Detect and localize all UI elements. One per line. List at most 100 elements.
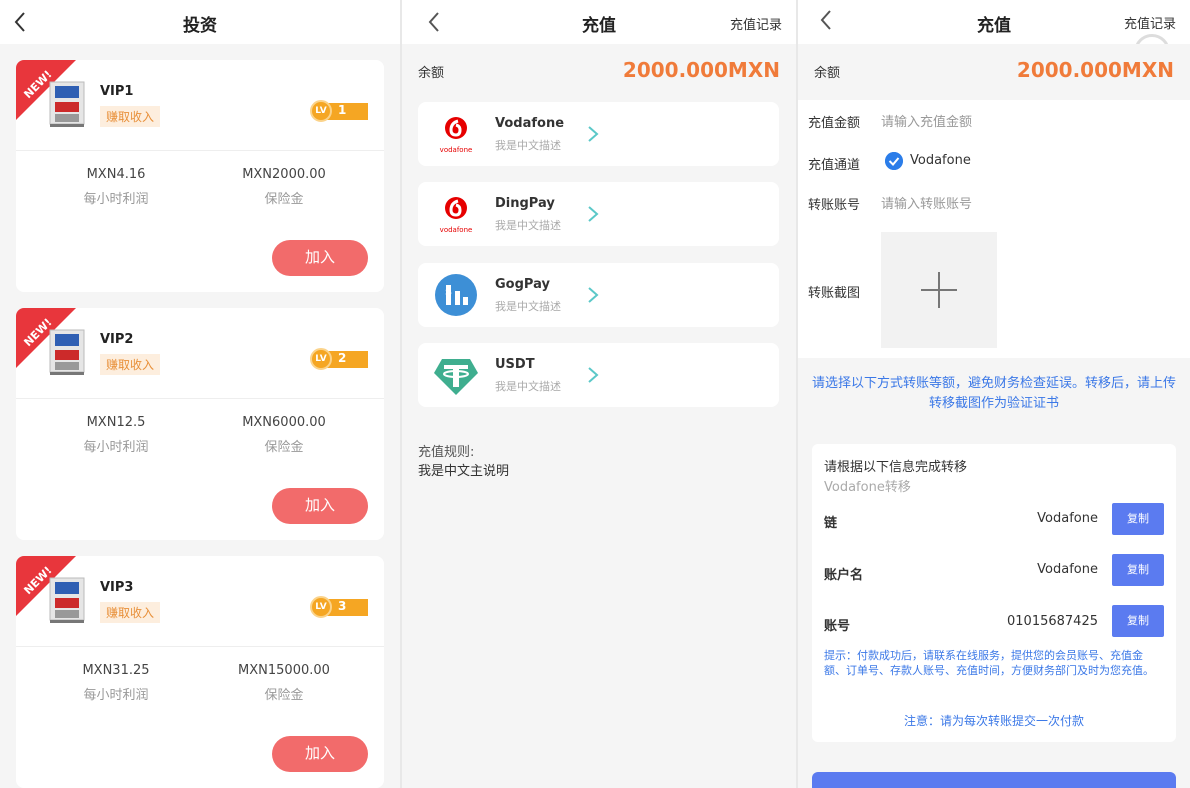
balance-value: 2000.000MXN bbox=[1016, 58, 1174, 82]
level-prefix: LV bbox=[310, 100, 332, 122]
hourly-profit: MXN12.5 每小时利润 bbox=[56, 415, 176, 455]
channel-item-usdt[interactable]: USDT 我是中文描述 bbox=[418, 343, 779, 407]
channel-name: USDT bbox=[495, 357, 535, 372]
level-prefix: LV bbox=[310, 596, 332, 618]
divider bbox=[16, 398, 384, 399]
channel-name: GogPay bbox=[495, 277, 550, 292]
earn-income-tag: 赚取收入 bbox=[100, 354, 161, 375]
chevron-right-icon bbox=[588, 367, 599, 383]
drink-machine-icon bbox=[49, 577, 85, 623]
copy-button[interactable]: 复制 bbox=[1112, 554, 1164, 586]
transfer-header: 充值 充值记录 bbox=[798, 0, 1190, 44]
deposit-value: MXN6000.00 bbox=[242, 415, 326, 430]
vip-plan-card: NEW! VIP3 赚取收入 LV 3 MXN31.25 每小时利润 MXN15… bbox=[16, 556, 384, 788]
check-circle-icon[interactable] bbox=[885, 152, 903, 170]
box-subtitle: Vodafone转移 bbox=[824, 480, 911, 495]
channel-desc: 我是中文描述 bbox=[495, 300, 561, 313]
deposit-label: 保险金 bbox=[264, 192, 304, 207]
level-badge: LV 3 bbox=[310, 596, 368, 618]
amount-label: 充值金额 bbox=[808, 116, 861, 131]
hourly-profit-value: MXN31.25 bbox=[82, 663, 150, 678]
balance-label: 余额 bbox=[814, 66, 841, 81]
level-badge: LV 2 bbox=[310, 348, 368, 370]
divider bbox=[16, 646, 384, 647]
rules-text: 我是中文主说明 bbox=[418, 464, 510, 479]
plan-name: VIP2 bbox=[100, 332, 134, 347]
channel-item-gogpay[interactable]: $ GogPay 我是中文描述 bbox=[418, 263, 779, 327]
transfer-notice: 请选择以下方式转账等额，避免财务检查延误。转移后，请上传转移截图作为验证证书 bbox=[811, 376, 1176, 411]
deposit: MXN15000.00 保险金 bbox=[224, 663, 344, 703]
copy-button[interactable]: 复制 bbox=[1112, 605, 1164, 637]
divider bbox=[16, 150, 384, 151]
balance-row: 余额 2000.000MXN bbox=[402, 44, 796, 100]
level-number: 2 bbox=[338, 351, 347, 365]
drink-machine-icon bbox=[49, 81, 85, 127]
vip-plan-card: NEW! VIP2 赚取收入 LV 2 MXN12.5 每小时利润 MXN600… bbox=[16, 308, 384, 540]
field-value: Vodafone bbox=[1037, 511, 1098, 526]
channel-desc: 我是中文描述 bbox=[495, 380, 561, 393]
earn-income-tag: 赚取收入 bbox=[100, 106, 161, 127]
hourly-profit-value: MXN4.16 bbox=[86, 167, 146, 182]
vodafone-logo-icon: vodafone bbox=[440, 117, 473, 154]
submit-button[interactable] bbox=[812, 772, 1176, 788]
balance-row: 余额 2000.000MXN bbox=[798, 44, 1190, 100]
recharge-record-link[interactable]: 充值记录 bbox=[1124, 13, 1176, 32]
deposit-value: MXN2000.00 bbox=[242, 167, 326, 182]
deposit: MXN6000.00 保险金 bbox=[224, 415, 344, 455]
channel-name: Vodafone bbox=[495, 116, 565, 131]
recharge-panel: 充值 充值记录 余额 2000.000MXN vodafone Vodafone… bbox=[402, 0, 796, 788]
drink-machine-icon bbox=[49, 329, 85, 375]
rules-heading: 充值规则: bbox=[418, 445, 475, 460]
earn-income-tag: 赚取收入 bbox=[100, 602, 161, 623]
join-button[interactable]: 加入 bbox=[272, 240, 368, 276]
hourly-profit-label: 每小时利润 bbox=[83, 688, 149, 703]
plan-name: VIP1 bbox=[100, 84, 134, 99]
level-prefix: LV bbox=[310, 348, 332, 370]
field-label: 账号 bbox=[824, 619, 851, 634]
vodafone-logo-icon: vodafone bbox=[440, 197, 473, 234]
hourly-profit: MXN31.25 每小时利润 bbox=[56, 663, 176, 703]
transfer-info-box: 请根据以下信息完成转移 Vodafone转移 链 Vodafone 复制 账户名… bbox=[812, 444, 1176, 742]
account-input[interactable]: 请输入转账账号 bbox=[881, 193, 972, 212]
chevron-right-icon bbox=[588, 206, 599, 222]
payment-tip: 提示：付款成功后，请联系在线服务，提供您的会员账号、充值金额、订单号、存款人账号… bbox=[824, 649, 1154, 677]
level-badge: LV 1 bbox=[310, 100, 368, 122]
recharge-record-link[interactable]: 充值记录 bbox=[730, 14, 782, 33]
channel-item-vodafone[interactable]: vodafone Vodafone 我是中文描述 bbox=[418, 102, 779, 166]
screenshot-upload[interactable] bbox=[881, 232, 997, 348]
hourly-profit-label: 每小时利润 bbox=[83, 192, 149, 207]
invest-panel: 投资 NEW! VIP1 赚取收入 LV 1 MXN4.16 每小时利润 MXN… bbox=[0, 0, 400, 788]
channel-name: DingPay bbox=[495, 196, 555, 211]
vodafone-small-text: vodafone bbox=[440, 226, 473, 234]
field-label: 链 bbox=[824, 516, 838, 531]
chevron-right-icon bbox=[588, 287, 599, 303]
deposit-value: MXN15000.00 bbox=[238, 663, 330, 678]
hourly-profit: MXN4.16 每小时利润 bbox=[56, 167, 176, 207]
invest-header: 投资 bbox=[0, 0, 400, 44]
join-button[interactable]: 加入 bbox=[272, 736, 368, 772]
field-label: 账户名 bbox=[824, 568, 864, 583]
chevron-right-icon bbox=[588, 126, 599, 142]
balance-value: 2000.000MXN bbox=[622, 58, 780, 82]
copy-button[interactable]: 复制 bbox=[1112, 503, 1164, 535]
hourly-profit-label: 每小时利润 bbox=[83, 440, 149, 455]
field-value: 01015687425 bbox=[1007, 614, 1098, 629]
channel-value: Vodafone bbox=[910, 153, 971, 168]
plus-icon bbox=[921, 272, 957, 308]
amount-input[interactable]: 请输入充值金额 bbox=[881, 111, 972, 130]
deposit-label: 保险金 bbox=[264, 688, 304, 703]
deposit: MXN2000.00 保险金 bbox=[224, 167, 344, 207]
vodafone-small-text: vodafone bbox=[440, 146, 473, 154]
transfer-panel: 充值 充值记录 余额 2000.000MXN 充值金额 请输入充值金额 充值通道… bbox=[798, 0, 1190, 788]
channel-item-dingpay[interactable]: vodafone DingPay 我是中文描述 bbox=[418, 182, 779, 246]
account-label: 转账账号 bbox=[808, 198, 861, 213]
tether-logo-icon bbox=[434, 359, 478, 395]
level-number: 3 bbox=[338, 599, 347, 613]
field-value: Vodafone bbox=[1037, 562, 1098, 577]
channel-label: 充值通道 bbox=[808, 158, 861, 173]
deposit-label: 保险金 bbox=[264, 440, 304, 455]
recharge-header: 充值 充值记录 bbox=[402, 0, 796, 44]
plan-name: VIP3 bbox=[100, 580, 134, 595]
join-button[interactable]: 加入 bbox=[272, 488, 368, 524]
page-title: 投资 bbox=[183, 16, 217, 36]
